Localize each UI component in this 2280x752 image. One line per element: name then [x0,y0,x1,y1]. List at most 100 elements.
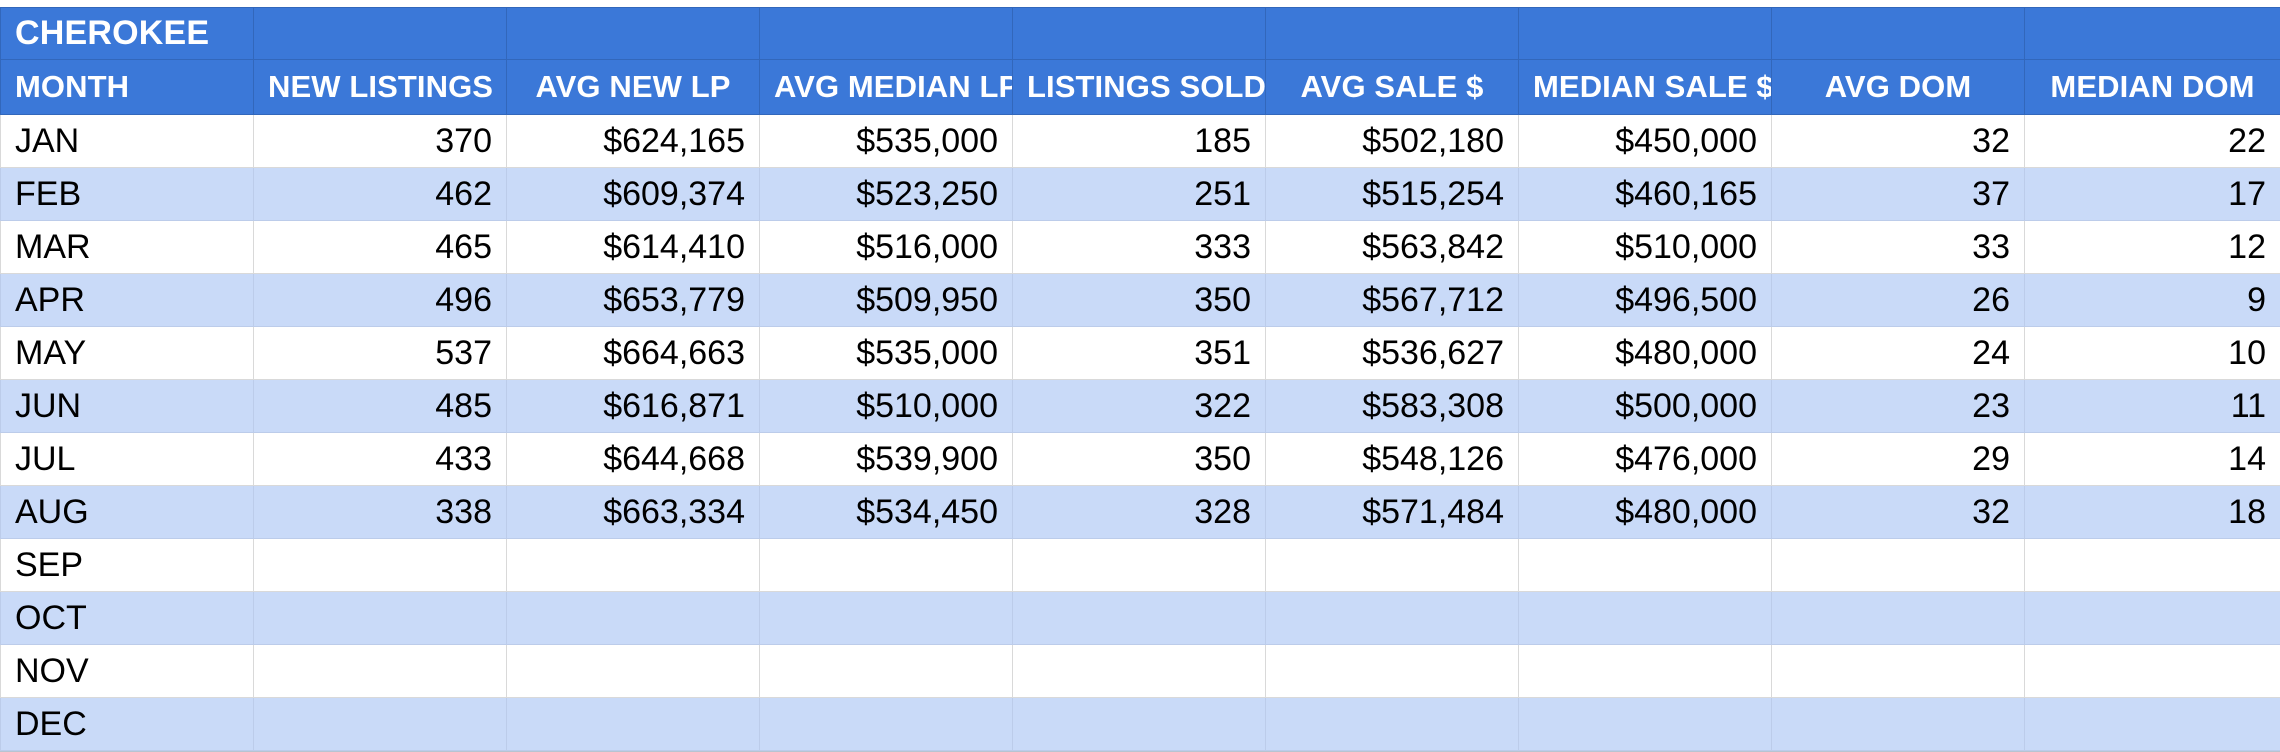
cell-listings_sold[interactable] [1013,698,1266,751]
cell-median_sale[interactable] [1519,592,1772,645]
cell-median_sale[interactable]: $480,000 [1519,486,1772,539]
cell-avg_new_lp[interactable]: $644,668 [507,433,760,486]
cell-avg_median_lp[interactable]: $509,950 [760,274,1013,327]
cell-listings_sold[interactable] [1013,539,1266,592]
cell-avg_sale[interactable] [1266,539,1519,592]
table-row[interactable]: JUL433$644,668$539,900350$548,126$476,00… [1,433,2280,486]
cell-new_listings[interactable]: 338 [254,486,507,539]
cell-new_listings[interactable] [254,592,507,645]
cell-avg_median_lp[interactable]: $523,250 [760,168,1013,221]
column-header-median-dom[interactable]: MEDIAN DOM [2025,60,2280,115]
table-row[interactable]: OCT [1,592,2280,645]
cell-month[interactable]: APR [1,274,254,327]
cell-avg_new_lp[interactable]: $653,779 [507,274,760,327]
cell-median_dom[interactable]: 22 [2025,115,2280,168]
cell-month[interactable]: MAY [1,327,254,380]
cell-median_sale[interactable] [1519,539,1772,592]
cell-avg_median_lp[interactable] [760,592,1013,645]
cell-avg_sale[interactable]: $567,712 [1266,274,1519,327]
table-row[interactable]: AUG338$663,334$534,450328$571,484$480,00… [1,486,2280,539]
cell-avg_new_lp[interactable]: $614,410 [507,221,760,274]
cell-avg_dom[interactable]: 29 [1772,433,2025,486]
cell-month[interactable]: SEP [1,539,254,592]
cell-new_listings[interactable]: 485 [254,380,507,433]
cell-median_dom[interactable]: 14 [2025,433,2280,486]
cell-avg_sale[interactable]: $536,627 [1266,327,1519,380]
cell-avg_new_lp[interactable]: $663,334 [507,486,760,539]
cell-new_listings[interactable] [254,539,507,592]
cell-median_sale[interactable]: $496,500 [1519,274,1772,327]
cell-avg_sale[interactable] [1266,592,1519,645]
cell-median_dom[interactable]: 9 [2025,274,2280,327]
cell-avg_sale[interactable]: $502,180 [1266,115,1519,168]
cell-new_listings[interactable]: 462 [254,168,507,221]
cell-avg_dom[interactable]: 26 [1772,274,2025,327]
cell-avg_median_lp[interactable]: $535,000 [760,327,1013,380]
cell-avg_sale[interactable]: $583,308 [1266,380,1519,433]
cell-listings_sold[interactable]: 251 [1013,168,1266,221]
cell-median_sale[interactable] [1519,698,1772,751]
cell-listings_sold[interactable]: 333 [1013,221,1266,274]
column-header-avg-dom[interactable]: AVG DOM [1772,60,2025,115]
cell-avg_median_lp[interactable]: $534,450 [760,486,1013,539]
cell-new_listings[interactable]: 496 [254,274,507,327]
cell-avg_new_lp[interactable] [507,645,760,698]
column-header-avg-median-lp[interactable]: AVG MEDIAN LP [760,60,1013,115]
cell-avg_median_lp[interactable] [760,698,1013,751]
cell-avg_sale[interactable]: $571,484 [1266,486,1519,539]
cell-median_dom[interactable]: 10 [2025,327,2280,380]
cell-month[interactable]: FEB [1,168,254,221]
cell-new_listings[interactable]: 433 [254,433,507,486]
cell-month[interactable]: NOV [1,645,254,698]
table-row[interactable]: MAY537$664,663$535,000351$536,627$480,00… [1,327,2280,380]
cell-avg_new_lp[interactable]: $616,871 [507,380,760,433]
cell-new_listings[interactable]: 370 [254,115,507,168]
cell-avg_new_lp[interactable] [507,539,760,592]
cell-listings_sold[interactable] [1013,592,1266,645]
cell-listings_sold[interactable]: 350 [1013,433,1266,486]
table-row[interactable]: DEC [1,698,2280,751]
cell-avg_new_lp[interactable] [507,698,760,751]
column-header-avg-sale[interactable]: AVG SALE $ [1266,60,1519,115]
cell-median_sale[interactable]: $476,000 [1519,433,1772,486]
cell-month[interactable]: MAR [1,221,254,274]
cell-median_dom[interactable]: 12 [2025,221,2280,274]
cell-month[interactable]: JUN [1,380,254,433]
cell-new_listings[interactable]: 537 [254,327,507,380]
cell-avg_sale[interactable]: $515,254 [1266,168,1519,221]
cell-median_sale[interactable]: $460,165 [1519,168,1772,221]
column-header-new-listings[interactable]: NEW LISTINGS [254,60,507,115]
cell-avg_new_lp[interactable]: $609,374 [507,168,760,221]
cell-avg_dom[interactable]: 37 [1772,168,2025,221]
cell-median_dom[interactable]: 17 [2025,168,2280,221]
cell-new_listings[interactable]: 465 [254,221,507,274]
cell-median_dom[interactable] [2025,592,2280,645]
cell-avg_dom[interactable]: 33 [1772,221,2025,274]
cell-median_sale[interactable]: $480,000 [1519,327,1772,380]
cell-month[interactable]: DEC [1,698,254,751]
cell-avg_new_lp[interactable] [507,592,760,645]
cell-avg_median_lp[interactable] [760,645,1013,698]
cell-listings_sold[interactable]: 185 [1013,115,1266,168]
table-row[interactable]: JAN370$624,165$535,000185$502,180$450,00… [1,115,2280,168]
column-header-median-sale[interactable]: MEDIAN SALE $ [1519,60,1772,115]
cell-median_sale[interactable] [1519,645,1772,698]
table-row[interactable]: FEB462$609,374$523,250251$515,254$460,16… [1,168,2280,221]
cell-avg_sale[interactable] [1266,698,1519,751]
cell-listings_sold[interactable]: 328 [1013,486,1266,539]
column-header-avg-new-lp[interactable]: AVG NEW LP [507,60,760,115]
cell-avg_median_lp[interactable]: $535,000 [760,115,1013,168]
column-header-listings-sold[interactable]: LISTINGS SOLD [1013,60,1266,115]
cell-month[interactable]: JUL [1,433,254,486]
cell-avg_dom[interactable]: 24 [1772,327,2025,380]
cell-avg_dom[interactable] [1772,539,2025,592]
table-row[interactable]: SEP [1,539,2280,592]
cell-median_dom[interactable]: 18 [2025,486,2280,539]
cell-listings_sold[interactable]: 351 [1013,327,1266,380]
cell-avg_new_lp[interactable]: $624,165 [507,115,760,168]
cell-avg_dom[interactable] [1772,592,2025,645]
table-row[interactable]: MAR465$614,410$516,000333$563,842$510,00… [1,221,2280,274]
cell-avg_sale[interactable] [1266,645,1519,698]
cell-listings_sold[interactable]: 350 [1013,274,1266,327]
cell-median_dom[interactable]: 11 [2025,380,2280,433]
